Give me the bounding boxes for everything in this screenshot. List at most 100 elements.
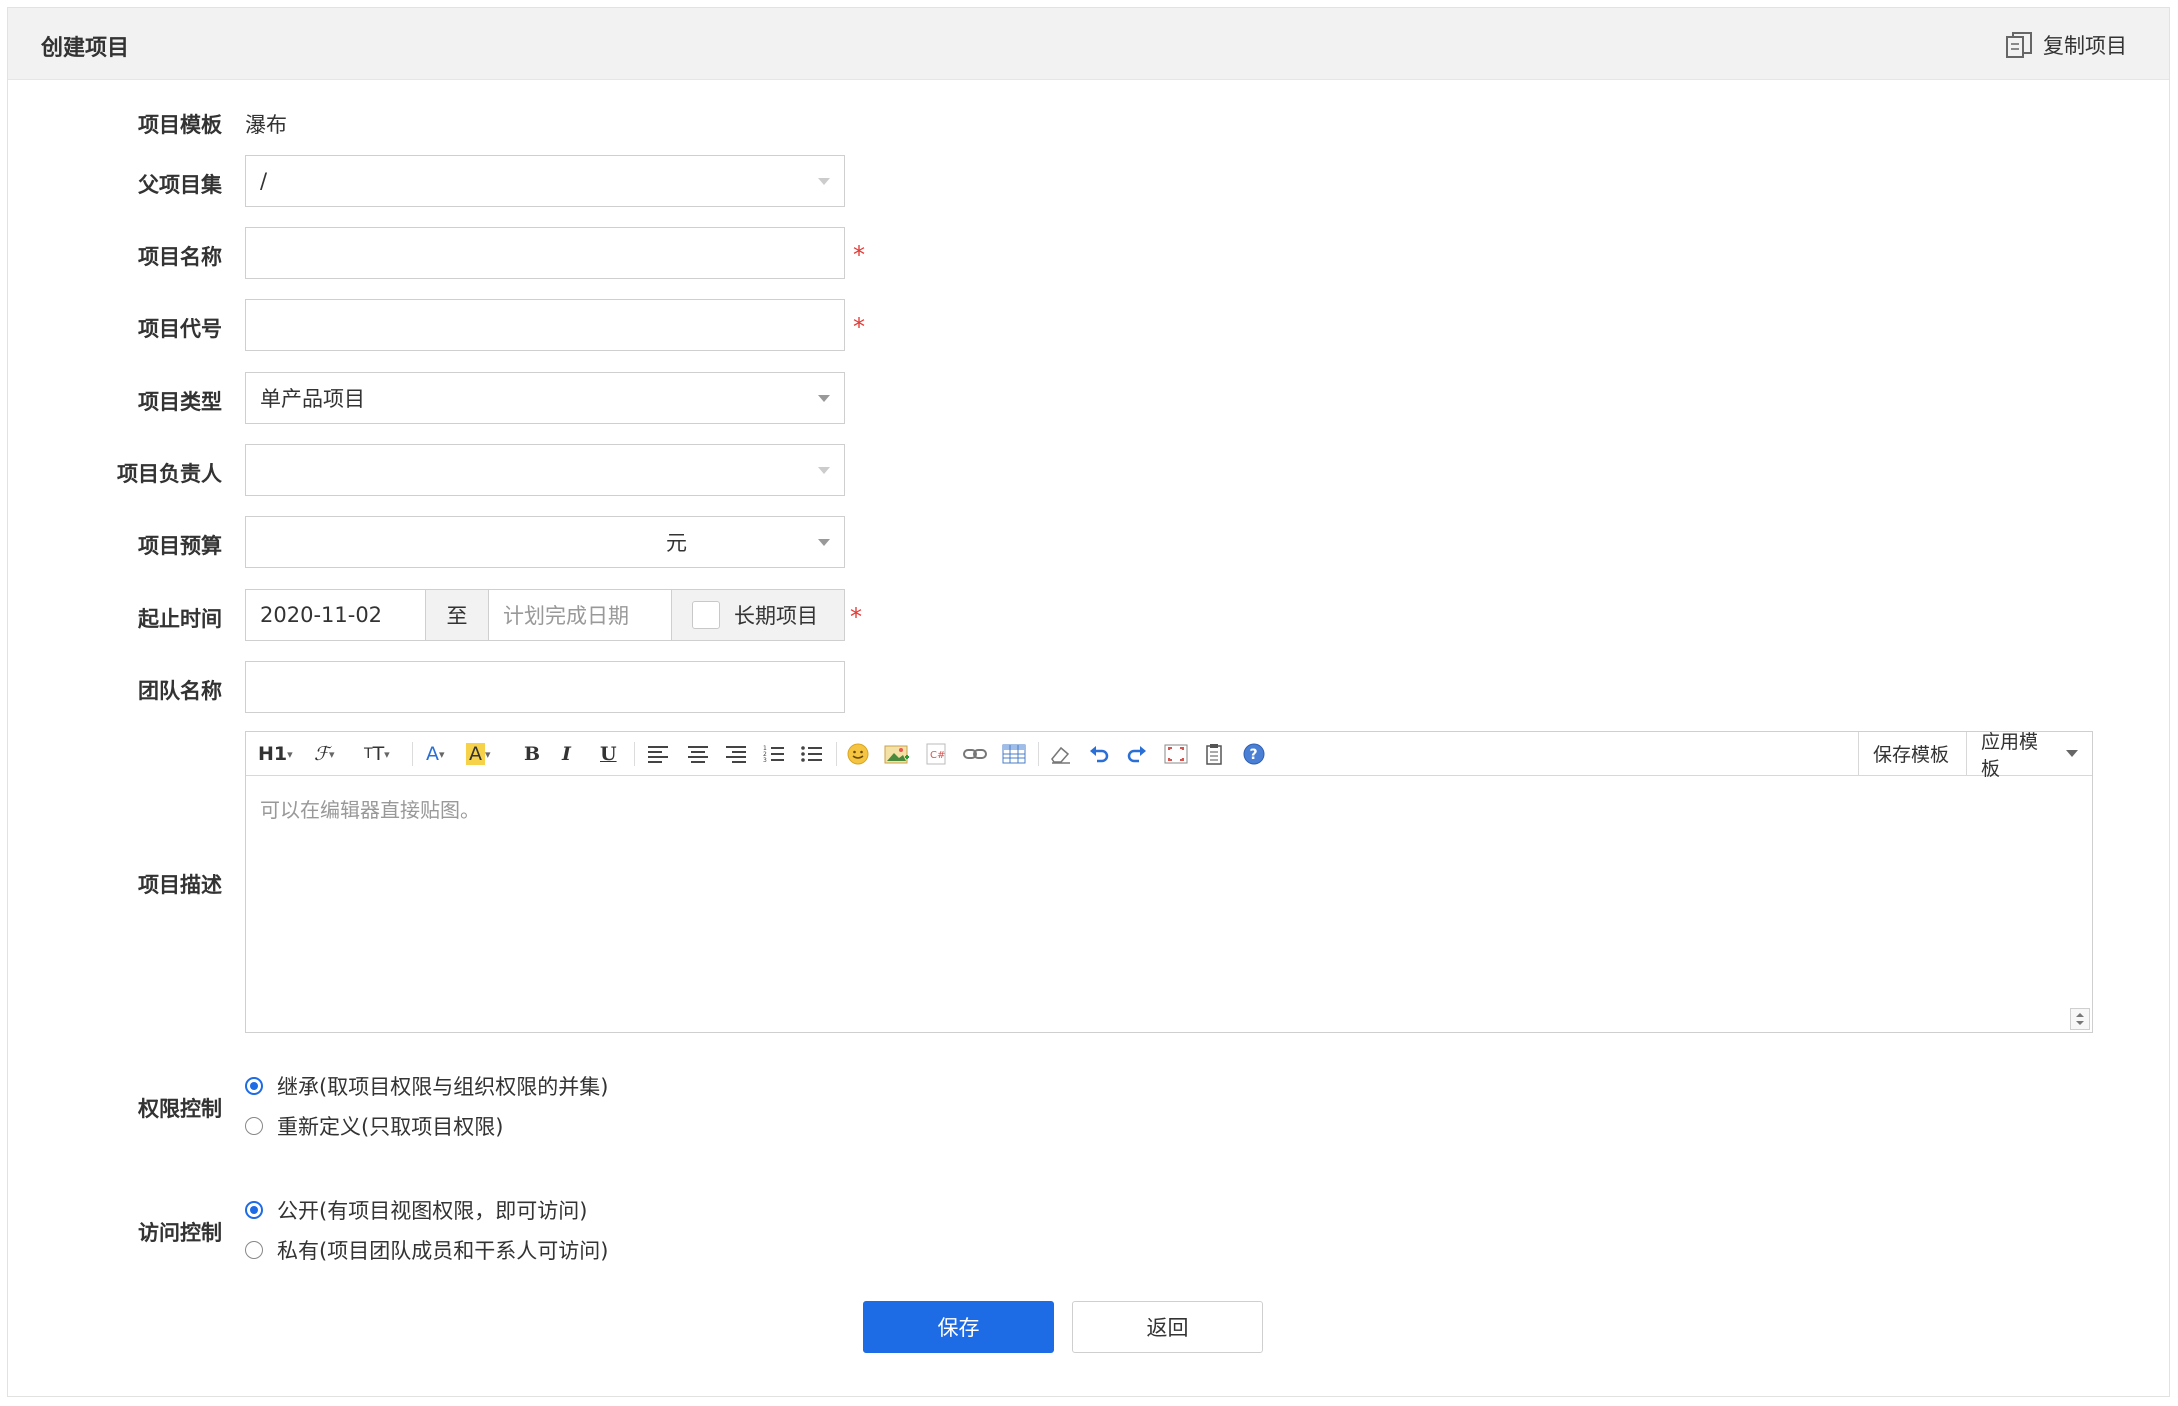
row-template: 项目模板 瀑布: [0, 95, 2178, 147]
project-type-select[interactable]: 单产品项目: [245, 372, 845, 424]
align-center-icon[interactable]: [686, 740, 710, 768]
date-separator: 至: [426, 589, 489, 641]
apply-template-button[interactable]: 应用模板: [1966, 731, 2092, 780]
required-mark: *: [850, 603, 862, 631]
template-value: 瀑布: [245, 113, 287, 137]
paste-icon[interactable]: [1204, 740, 1226, 768]
row-parent-set: 父项目集 /: [0, 155, 2178, 207]
copy-project-button[interactable]: 复制项目: [2005, 30, 2127, 60]
chevron-down-icon: [818, 539, 830, 546]
radio-button[interactable]: [245, 1117, 263, 1135]
project-code-label: 项目代号: [138, 317, 222, 341]
required-mark: *: [853, 313, 865, 341]
budget-input[interactable]: [245, 516, 653, 568]
budget-unit-select[interactable]: 元: [652, 516, 845, 568]
copy-icon: [2006, 32, 2032, 58]
dates-label: 起止时间: [138, 607, 222, 631]
project-name-input[interactable]: [245, 227, 845, 279]
radio-button[interactable]: [245, 1201, 263, 1219]
project-type-label: 项目类型: [138, 390, 222, 414]
project-code-input[interactable]: [245, 299, 845, 351]
date-separator-text: 至: [446, 604, 468, 628]
link-icon[interactable]: [962, 740, 988, 768]
access-option-private[interactable]: 私有(项目团队成员和干系人可访问): [245, 1235, 608, 1265]
undo-icon[interactable]: [1088, 740, 1110, 768]
font-size-button[interactable]: T T ▾: [364, 740, 390, 768]
font-family-button[interactable]: ℱ ▾: [314, 740, 334, 768]
parent-set-value: /: [260, 169, 268, 193]
team-label: 团队名称: [138, 679, 222, 703]
row-team: 团队名称: [0, 661, 2178, 713]
access-option-label: 私有(项目团队成员和干系人可访问): [277, 1239, 609, 1263]
emoji-icon[interactable]: [846, 740, 870, 768]
table-icon[interactable]: [1002, 740, 1026, 768]
align-right-icon[interactable]: [724, 740, 748, 768]
description-editor: H1 ▾ ℱ ▾ T T ▾ A ▾ A ▾ B I U 123 C# ? 保存…: [245, 731, 2093, 1033]
bullet-list-icon[interactable]: [800, 740, 824, 768]
eraser-icon[interactable]: [1048, 740, 1072, 768]
row-owner: 项目负责人: [0, 444, 2178, 496]
permission-option-label: 重新定义(只取项目权限): [277, 1115, 504, 1139]
access-option-label: 公开(有项目视图权限，即可访问): [277, 1199, 588, 1223]
svg-text:?: ?: [1250, 747, 1258, 763]
svg-text:C#: C#: [930, 750, 945, 761]
radio-button[interactable]: [245, 1241, 263, 1259]
parent-set-select[interactable]: /: [245, 155, 845, 207]
heading-button[interactable]: H1 ▾: [258, 740, 293, 768]
access-option-public[interactable]: 公开(有项目视图权限，即可访问): [245, 1195, 587, 1225]
budget-unit-value: 元: [666, 531, 687, 555]
permission-option-inherit[interactable]: 继承(取项目权限与组织权限的并集): [245, 1071, 608, 1101]
chevron-down-icon: [818, 467, 830, 474]
back-button[interactable]: 返回: [1072, 1301, 1263, 1353]
chevron-down-icon: [2066, 750, 2078, 757]
editor-resize-handle[interactable]: [2070, 1008, 2090, 1030]
highlight-color-button[interactable]: A ▾: [466, 740, 491, 768]
fullscreen-icon[interactable]: [1164, 740, 1188, 768]
end-date-input[interactable]: 计划完成日期: [489, 589, 672, 641]
date-range-group: 2020-11-02 至 计划完成日期 长期项目: [245, 589, 845, 641]
permission-option-label: 继承(取项目权限与组织权限的并集): [277, 1075, 609, 1099]
parent-set-label: 父项目集: [138, 173, 222, 197]
long-term-checkbox[interactable]: [692, 601, 720, 629]
start-date-input[interactable]: 2020-11-02: [245, 589, 426, 641]
chevron-down-icon: [818, 178, 830, 185]
editor-content[interactable]: 可以在编辑器直接贴图。: [260, 794, 480, 823]
bold-button[interactable]: B: [524, 740, 540, 768]
description-label: 项目描述: [138, 873, 222, 897]
code-icon[interactable]: C#: [924, 740, 948, 768]
resize-icon: [2076, 1013, 2084, 1025]
save-template-button[interactable]: 保存模板: [1858, 732, 1963, 775]
font-color-button[interactable]: A ▾: [426, 740, 445, 768]
long-term-toggle[interactable]: 长期项目: [672, 589, 845, 641]
team-name-input[interactable]: [245, 661, 845, 713]
owner-label: 项目负责人: [117, 462, 222, 486]
end-date-placeholder: 计划完成日期: [503, 604, 629, 628]
project-name-label: 项目名称: [138, 245, 222, 269]
ordered-list-icon[interactable]: 123: [762, 740, 786, 768]
underline-button[interactable]: U: [600, 740, 617, 768]
row-budget: 项目预算 元: [0, 516, 2178, 568]
page-title: 创建项目: [41, 36, 130, 61]
copy-project-label: 复制项目: [2043, 34, 2127, 58]
editor-toolbar: H1 ▾ ℱ ▾ T T ▾ A ▾ A ▾ B I U 123 C# ? 保存…: [246, 731, 2092, 780]
row-project-name: 项目名称 *: [0, 227, 2178, 279]
radio-button[interactable]: [245, 1077, 263, 1095]
align-left-icon[interactable]: [646, 740, 670, 768]
save-button[interactable]: 保存: [863, 1301, 1054, 1353]
image-icon[interactable]: [884, 740, 910, 768]
permission-option-redefine[interactable]: 重新定义(只取项目权限): [245, 1111, 503, 1141]
owner-select[interactable]: [245, 444, 845, 496]
budget-label: 项目预算: [138, 534, 222, 558]
svg-text:3: 3: [763, 757, 767, 764]
redo-icon[interactable]: [1126, 740, 1148, 768]
long-term-label: 长期项目: [734, 604, 818, 628]
italic-button[interactable]: I: [562, 740, 571, 768]
apply-template-label: 应用模板: [1981, 730, 2039, 780]
row-dates: 起止时间 2020-11-02 至 计划完成日期 长期项目 *: [0, 589, 2178, 641]
chevron-down-icon: [818, 395, 830, 402]
help-icon[interactable]: ?: [1242, 740, 1266, 768]
start-date-value: 2020-11-02: [260, 603, 383, 627]
row-project-code: 项目代号 *: [0, 299, 2178, 351]
required-mark: *: [853, 241, 865, 269]
access-label: 访问控制: [138, 1221, 222, 1245]
